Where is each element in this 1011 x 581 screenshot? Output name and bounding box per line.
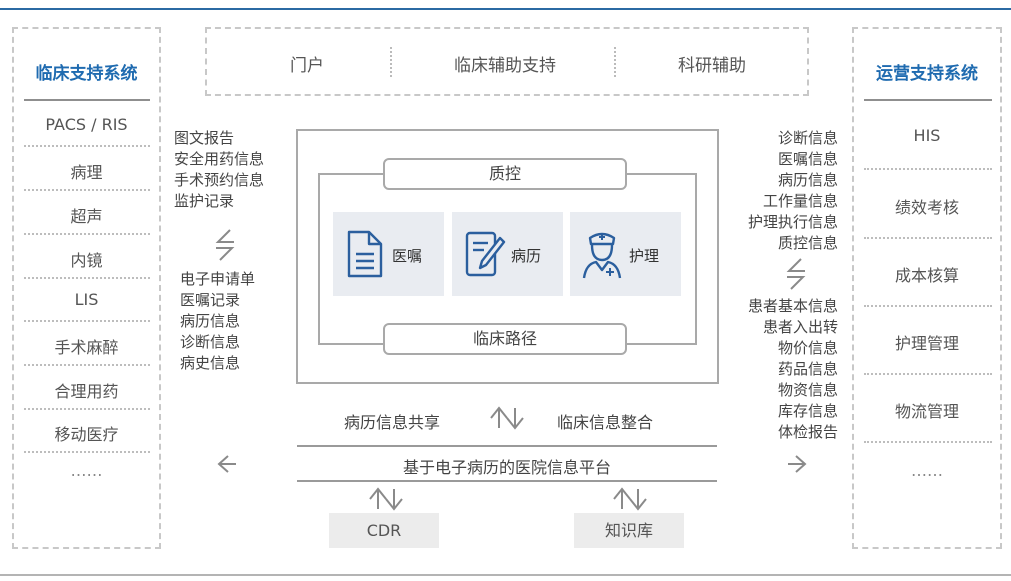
quality-control-label: 质控 bbox=[383, 158, 627, 190]
right-lower-list: 患者基本信息 患者入出转 物价信息 药品信息 物资信息 库存信息 体检报告 bbox=[718, 296, 838, 443]
left-item-lis: LIS bbox=[74, 290, 99, 309]
right-panel-title: 运营支持系统 bbox=[876, 64, 978, 84]
left-outgoing-list: 电子申请单 医嘱记录 病历信息 诊断信息 病史信息 bbox=[180, 269, 255, 374]
list-item: 物资信息 bbox=[777, 381, 838, 399]
top-separator bbox=[390, 47, 392, 77]
left-item-ultrasound: 超声 bbox=[70, 207, 103, 226]
cdr-store: CDR bbox=[329, 513, 439, 548]
list-item: 患者入出转 bbox=[762, 318, 838, 336]
right-panel: 运营支持系统 HIS 绩效考核 成本核算 护理管理 物流管理 …… bbox=[852, 27, 1002, 549]
nurse-icon bbox=[582, 232, 622, 279]
list-item: 护理执行信息 bbox=[747, 213, 838, 231]
list-item: 药品信息 bbox=[777, 360, 838, 378]
list-item: 病历信息 bbox=[777, 171, 838, 189]
list-item: 诊断信息 bbox=[180, 333, 241, 351]
list-item: 体检报告 bbox=[777, 423, 838, 441]
list-item: 医嘱记录 bbox=[180, 291, 241, 309]
module-nursing: 护理 bbox=[570, 212, 681, 296]
list-item: 病史信息 bbox=[180, 354, 241, 372]
exchange-arrows-icon bbox=[215, 229, 235, 261]
list-item: 监护记录 bbox=[174, 192, 235, 210]
left-separator bbox=[24, 277, 150, 279]
left-incoming-list: 图文报告 安全用药信息 手术预约信息 监护记录 bbox=[174, 128, 264, 212]
list-item: 图文报告 bbox=[174, 129, 235, 147]
clinical-pathway-label: 临床路径 bbox=[383, 323, 627, 355]
list-item: 库存信息 bbox=[777, 402, 838, 420]
module-records-label: 病历 bbox=[511, 247, 542, 265]
left-separator bbox=[24, 320, 150, 322]
module-orders: 医嘱 bbox=[333, 212, 444, 296]
right-item-performance: 绩效考核 bbox=[894, 198, 959, 217]
top-item-clinical-support: 临床辅助支持 bbox=[454, 56, 556, 76]
right-item-nursing-mgmt: 护理管理 bbox=[894, 334, 959, 353]
module-records: 病历 bbox=[452, 212, 563, 296]
platform-rule-top bbox=[297, 445, 717, 447]
top-separator bbox=[614, 47, 616, 77]
left-item-pacs: PACS / RIS bbox=[45, 115, 128, 134]
integrate-label: 临床信息整合 bbox=[557, 413, 654, 432]
list-item: 手术预约信息 bbox=[174, 171, 265, 189]
left-separator bbox=[24, 233, 150, 235]
right-separator bbox=[864, 305, 992, 307]
left-panel-title-rule bbox=[24, 99, 150, 101]
left-separator bbox=[24, 145, 150, 147]
module-nursing-label: 护理 bbox=[629, 247, 660, 265]
knowledge-base-store: 知识库 bbox=[574, 513, 684, 548]
list-item: 电子申请单 bbox=[180, 270, 256, 288]
list-item: 医嘱信息 bbox=[777, 150, 838, 168]
platform-title: 基于电子病历的医院信息平台 bbox=[402, 458, 611, 477]
list-item: 患者基本信息 bbox=[747, 297, 838, 315]
top-item-research: 科研辅助 bbox=[678, 56, 746, 76]
top-item-portal: 门户 bbox=[290, 56, 324, 76]
left-separator bbox=[24, 451, 150, 453]
up-down-arrows-icon bbox=[369, 487, 403, 511]
left-separator bbox=[24, 189, 150, 191]
list-item: 工作量信息 bbox=[762, 192, 838, 210]
left-item-anesthesia: 手术麻醉 bbox=[54, 338, 119, 357]
left-arrow-icon bbox=[217, 455, 236, 473]
up-down-arrows-icon bbox=[613, 487, 647, 511]
left-item-rational-drug: 合理用药 bbox=[54, 382, 119, 401]
list-item: 诊断信息 bbox=[777, 129, 838, 147]
edit-record-icon bbox=[465, 231, 506, 277]
list-item: 质控信息 bbox=[777, 234, 838, 252]
share-label: 病历信息共享 bbox=[344, 413, 441, 432]
top-bar: 门户 临床辅助支持 科研辅助 bbox=[205, 27, 809, 96]
left-panel-title: 临床支持系统 bbox=[35, 64, 138, 84]
right-separator bbox=[864, 168, 992, 170]
right-panel-title-rule bbox=[864, 99, 992, 101]
top-rule bbox=[0, 8, 1011, 10]
right-item-his: HIS bbox=[913, 126, 941, 145]
left-separator bbox=[24, 364, 150, 366]
left-item-mobile: 移动医疗 bbox=[54, 425, 119, 444]
platform-rule-bottom bbox=[297, 480, 717, 482]
left-item-pathology: 病理 bbox=[70, 163, 103, 182]
right-separator bbox=[864, 373, 992, 375]
left-panel: 临床支持系统 PACS / RIS 病理 超声 内镜 LIS 手术麻醉 合理用药… bbox=[12, 27, 161, 549]
right-upper-list: 诊断信息 医嘱信息 病历信息 工作量信息 护理执行信息 质控信息 bbox=[728, 128, 838, 254]
right-separator bbox=[864, 237, 992, 239]
module-orders-label: 医嘱 bbox=[392, 247, 423, 265]
bottom-rule bbox=[0, 574, 1011, 576]
up-down-arrows-icon bbox=[490, 406, 524, 430]
list-item: 物价信息 bbox=[777, 339, 838, 357]
list-item: 安全用药信息 bbox=[174, 150, 265, 168]
exchange-arrows-icon bbox=[786, 258, 806, 290]
right-arrow-icon bbox=[788, 455, 807, 473]
right-item-logistics: 物流管理 bbox=[894, 402, 959, 421]
right-item-ellipsis: …… bbox=[911, 461, 943, 480]
list-item: 病历信息 bbox=[180, 312, 241, 330]
document-icon bbox=[347, 230, 383, 278]
left-separator bbox=[24, 408, 150, 410]
left-item-ellipsis: …… bbox=[70, 461, 103, 480]
left-item-endoscopy: 内镜 bbox=[70, 251, 103, 270]
right-separator bbox=[864, 441, 992, 443]
right-item-cost: 成本核算 bbox=[894, 266, 959, 285]
